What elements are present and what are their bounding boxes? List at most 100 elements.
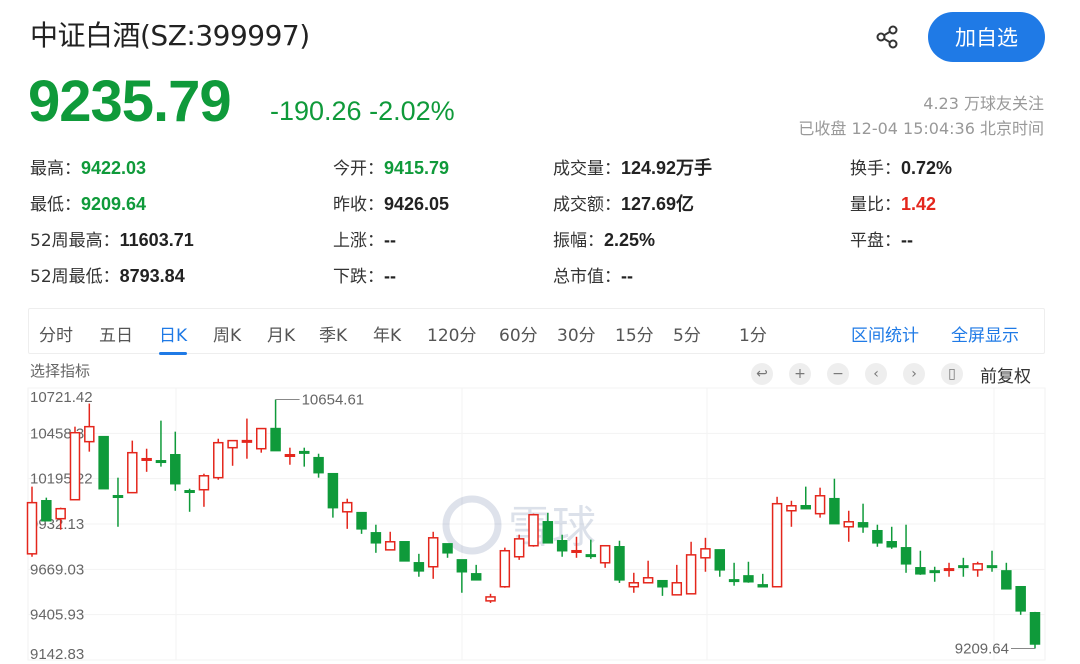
stat-item: 换手：0.72% bbox=[850, 154, 952, 179]
candle-down bbox=[872, 529, 883, 544]
stat-label: 最高： bbox=[30, 159, 81, 179]
stat-item: 上涨：-- bbox=[333, 226, 396, 251]
candle-down bbox=[900, 547, 912, 565]
candle-down bbox=[585, 554, 597, 558]
stat-label: 平盘： bbox=[850, 231, 901, 251]
candle-up bbox=[55, 507, 66, 520]
candle-up bbox=[256, 427, 267, 450]
stat-label: 量比： bbox=[850, 195, 901, 215]
min-price-label: 9209.64 bbox=[955, 640, 1009, 657]
price-change: -190.26 -2.02% bbox=[270, 96, 455, 127]
stat-item: 52周最低：8793.84 bbox=[30, 262, 185, 287]
follower-count[interactable]: 4.23 万球友关注 bbox=[923, 90, 1044, 114]
candle-up bbox=[127, 451, 138, 494]
candle-up bbox=[814, 495, 826, 515]
stat-item: 下跌：-- bbox=[333, 262, 396, 287]
stat-label: 52周最高： bbox=[30, 231, 120, 251]
zoom-in-icon[interactable]: + bbox=[789, 363, 811, 385]
stat-label: 昨收： bbox=[333, 195, 384, 215]
stat-value: 8793.84 bbox=[119, 266, 185, 286]
tab-12[interactable]: 1分 bbox=[739, 321, 767, 346]
change-value: -190.26 bbox=[270, 96, 362, 126]
candle-up bbox=[69, 431, 81, 501]
current-price: 9235.79 bbox=[28, 69, 232, 134]
candle-up bbox=[786, 505, 797, 512]
tab-7[interactable]: 120分 bbox=[427, 321, 476, 346]
candle-down bbox=[829, 497, 840, 525]
candle-down bbox=[915, 567, 926, 575]
candle-up bbox=[284, 454, 296, 458]
stat-value: -- bbox=[621, 266, 633, 286]
candle-down bbox=[298, 450, 310, 454]
candle-up bbox=[513, 538, 525, 558]
stat-item: 最高：9422.03 bbox=[30, 154, 146, 179]
zoom-out-icon[interactable]: − bbox=[827, 363, 849, 385]
tab-5[interactable]: 季K bbox=[319, 321, 347, 346]
candle-down bbox=[542, 521, 554, 544]
tab-10[interactable]: 15分 bbox=[615, 321, 654, 346]
candle-down bbox=[1015, 585, 1026, 612]
share-icon[interactable] bbox=[872, 22, 902, 52]
add-to-watchlist-button[interactable]: 加自选 bbox=[928, 12, 1045, 62]
stat-value: -- bbox=[384, 266, 396, 286]
candle-down bbox=[155, 460, 167, 464]
stat-value: 127.69亿 bbox=[621, 194, 695, 214]
tab-9[interactable]: 30分 bbox=[557, 321, 596, 346]
candle-up bbox=[843, 521, 854, 528]
next-icon[interactable]: › bbox=[903, 363, 925, 385]
candle-down bbox=[929, 570, 940, 574]
stat-value: 9209.64 bbox=[81, 194, 147, 214]
candle-up bbox=[700, 548, 711, 559]
candle-icon[interactable]: ▯ bbox=[941, 363, 963, 385]
candle-down bbox=[743, 575, 754, 583]
tab-6[interactable]: 年K bbox=[373, 321, 401, 346]
prev-icon[interactable]: ‹ bbox=[865, 363, 887, 385]
tab-2[interactable]: 日K bbox=[159, 321, 188, 355]
period-tabs: 分时 五日 日K 周K 月K 季K 年K 120分 60分 30分 15分 5分 1分 区间统计 全屏显示 bbox=[28, 308, 1045, 355]
market-status: 已收盘 12-04 15:04:36 北京时间 bbox=[798, 119, 1044, 138]
candle-up bbox=[26, 501, 38, 555]
tab-8[interactable]: 60分 bbox=[499, 321, 538, 346]
stat-label: 下跌： bbox=[333, 267, 384, 287]
tab-11[interactable]: 5分 bbox=[673, 321, 701, 346]
select-indicator-button[interactable]: 选择指标 bbox=[30, 360, 90, 381]
stat-label: 52周最低： bbox=[30, 267, 120, 287]
candle-down bbox=[112, 495, 124, 499]
tab-4[interactable]: 月K bbox=[267, 321, 295, 346]
tab-0[interactable]: 分时 bbox=[39, 321, 73, 346]
range-stats-link[interactable]: 区间统计 bbox=[851, 321, 919, 346]
candle-up bbox=[198, 475, 210, 491]
tab-1[interactable]: 五日 bbox=[99, 321, 133, 346]
candle-up bbox=[427, 537, 439, 568]
candle-down bbox=[270, 427, 281, 452]
candle-down bbox=[800, 505, 811, 510]
stat-item: 成交量：124.92万手 bbox=[553, 154, 712, 180]
stat-item: 最低：9209.64 bbox=[30, 190, 146, 215]
candle-up bbox=[213, 441, 224, 479]
candle-down bbox=[370, 532, 382, 544]
kline-chart[interactable]: 10721.4210458.3210195.229932.139669.0394… bbox=[0, 386, 1080, 664]
fullscreen-link[interactable]: 全屏显示 bbox=[951, 321, 1019, 346]
stat-label: 今开： bbox=[333, 159, 384, 179]
tab-3[interactable]: 周K bbox=[213, 321, 241, 346]
y-tick-label: 10721.42 bbox=[30, 389, 93, 406]
candle-down bbox=[757, 584, 769, 588]
candle-down bbox=[41, 500, 52, 522]
y-tick-label: 9669.03 bbox=[30, 561, 84, 578]
stat-label: 成交额： bbox=[553, 195, 621, 215]
candle-down bbox=[1029, 612, 1041, 645]
stat-value: 9426.05 bbox=[384, 194, 450, 214]
stat-item: 量比：1.42 bbox=[850, 190, 936, 215]
candle-up bbox=[771, 502, 783, 588]
adjust-mode-button[interactable]: 前复权 bbox=[980, 362, 1031, 387]
candle-up bbox=[642, 577, 654, 584]
undo-icon[interactable]: ↩ bbox=[751, 363, 773, 385]
stat-value: 1.42 bbox=[901, 194, 937, 214]
stat-label: 总市值： bbox=[553, 267, 621, 287]
candle-down bbox=[986, 565, 998, 569]
candle-down bbox=[442, 543, 453, 554]
max-price-label: 10654.61 bbox=[302, 392, 365, 409]
stat-value: 9415.79 bbox=[384, 158, 450, 178]
candle-up bbox=[685, 554, 697, 595]
stat-value: -- bbox=[901, 230, 913, 250]
